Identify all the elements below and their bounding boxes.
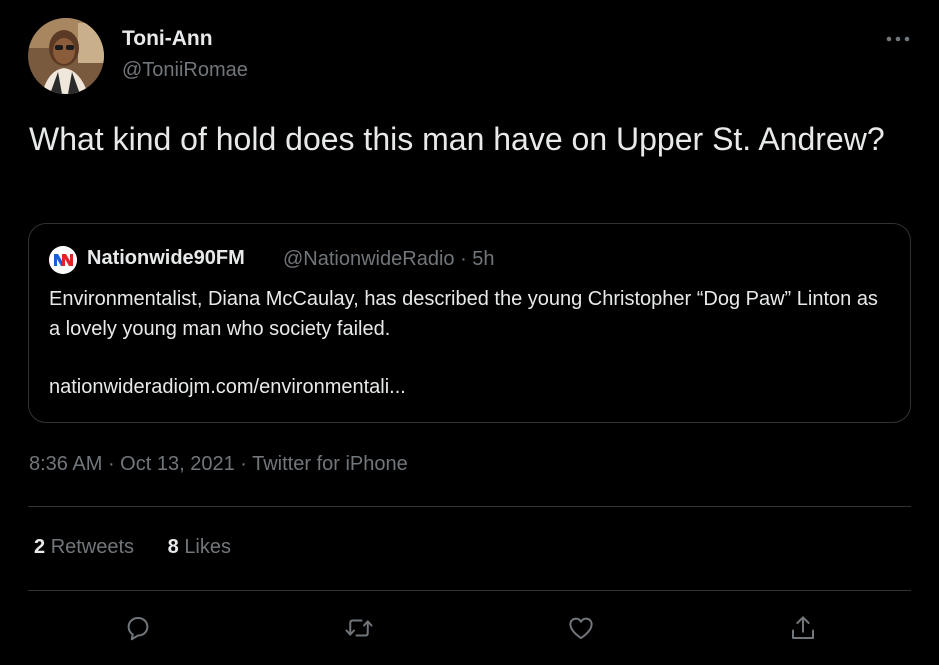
retweet-icon (345, 619, 373, 637)
reply-icon (127, 617, 149, 641)
avatar-photo-icon (28, 18, 104, 94)
share-icon (792, 616, 814, 639)
like-button[interactable] (563, 610, 599, 646)
tweet-date[interactable]: Oct 13, 2021 (120, 453, 235, 475)
tweet-stats: 2 Retweets 8 Likes (34, 536, 259, 559)
likes-count: 8 (167, 536, 179, 558)
divider (28, 506, 911, 507)
retweets-label: Retweets (50, 536, 135, 558)
author-name[interactable]: Toni-Ann (122, 27, 213, 51)
divider (28, 590, 911, 591)
quoted-author-handle: @NationwideRadio (283, 248, 455, 270)
quoted-meta: @NationwideRadio · 5h (283, 248, 495, 270)
author-avatar[interactable] (28, 18, 104, 94)
tweet-text: What kind of hold does this man have on … (29, 121, 885, 157)
tweet-timestamp: 8:36 AM · Oct 13, 2021 · Twitter for iPh… (29, 453, 408, 475)
quoted-time: 5h (472, 248, 495, 270)
like-icon (569, 617, 593, 639)
tweet-source[interactable]: Twitter for iPhone (252, 453, 408, 475)
nationwide-logo-icon (49, 246, 77, 274)
retweets-count: 2 (34, 536, 46, 558)
tweet-detail: Toni-Ann @ToniiRomae What kind of hold d… (0, 0, 939, 665)
quoted-text: Environmentalist, Diana McCaulay, has de… (49, 288, 878, 340)
tweet-time[interactable]: 8:36 AM (29, 453, 102, 475)
author-handle[interactable]: @ToniiRomae (122, 59, 248, 82)
retweets-stat[interactable]: 2 Retweets (34, 536, 134, 559)
likes-label: Likes (184, 536, 232, 558)
more-icon (886, 36, 910, 42)
share-button[interactable] (785, 610, 821, 646)
action-bar (28, 600, 911, 656)
quoted-tweet[interactable]: Nationwide90FM @NationwideRadio · 5h Env… (28, 223, 911, 423)
quoted-avatar (49, 246, 77, 274)
more-options-button[interactable] (878, 24, 918, 54)
quoted-link[interactable]: nationwideradiojm.com/environmentali... (49, 376, 406, 399)
quoted-author-name: Nationwide90FM (87, 247, 245, 269)
reply-button[interactable] (120, 610, 156, 646)
likes-stat[interactable]: 8 Likes (168, 536, 231, 559)
retweet-button[interactable] (341, 610, 377, 646)
